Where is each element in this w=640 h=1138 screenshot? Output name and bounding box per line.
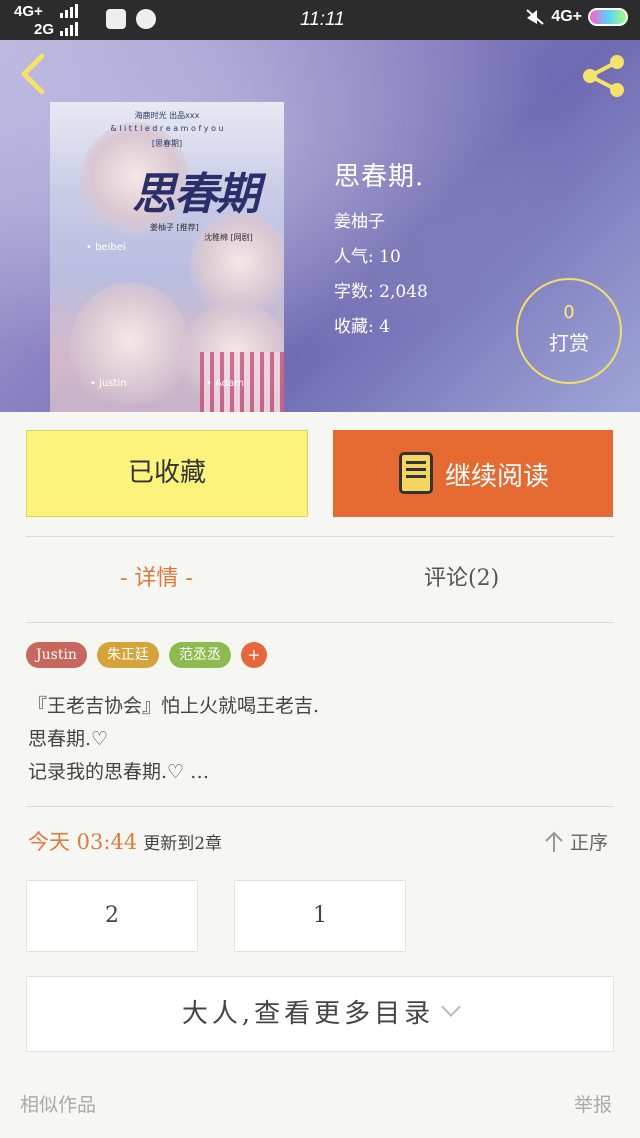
divider (26, 806, 614, 807)
tag[interactable]: Justin (26, 642, 87, 668)
cover-small-text: [思春期] (151, 139, 183, 148)
chapter-item[interactable]: 1 (234, 880, 406, 952)
book-icon (399, 452, 433, 494)
mute-icon (526, 9, 544, 25)
network-type-right: 4G+ (551, 8, 582, 25)
cover-label: • justin (90, 378, 127, 389)
report-button[interactable]: 举报 (574, 1090, 612, 1117)
notification-icon (106, 9, 126, 29)
book-word-count: 字数: 2,048 (334, 282, 428, 302)
cover-label: • Adam (206, 378, 244, 389)
update-time: 今天 03:44 (28, 830, 138, 854)
status-right: 4G+ (525, 8, 628, 26)
continue-reading-label: 继续阅读 (445, 462, 550, 492)
sort-label: 正序 (570, 832, 609, 854)
tag[interactable]: 范丞丞 (168, 642, 231, 668)
cover-subtext: 姜柚子 [推荐] (150, 223, 199, 232)
network-type-bottom: 2G (34, 21, 55, 38)
tip-button[interactable]: 0 打赏 (516, 278, 622, 384)
update-text: 更新到2章 (143, 834, 223, 854)
clock: 11:11 (300, 9, 345, 30)
divider (26, 536, 614, 537)
tag[interactable]: 朱正廷 (96, 642, 159, 668)
status-bar: 4G+ 2G 11:11 4G+ (0, 0, 640, 40)
arrow-up-icon (545, 831, 563, 852)
more-catalog-label: 大人,查看更多目录 (181, 999, 435, 1029)
update-info: 今天 03:44 更新到2章 (28, 826, 222, 856)
description-line: 『王老吉协会』怕上火就喝王老吉. (28, 695, 320, 717)
tab-detail[interactable]: - 详情 - (120, 560, 193, 592)
tip-count: 0 (563, 302, 575, 323)
cover-subtext: 沈稚棉 [网剧] (204, 233, 253, 242)
book-favorites: 收藏: 4 (334, 317, 390, 337)
description-line: 记录我的思春期.♡ … (28, 761, 210, 783)
sort-button[interactable]: 正序 (544, 828, 608, 855)
cover-label: • beibei (86, 242, 126, 253)
tip-label: 打赏 (549, 331, 589, 355)
browser-icon (136, 9, 156, 29)
book-author[interactable]: 姜柚子 (334, 207, 428, 242)
chevron-down-icon (441, 997, 462, 1017)
add-tag-button[interactable]: + (240, 642, 267, 668)
cover-small-text: & l i t t l e d r e a m o f y o u (110, 124, 224, 133)
continue-reading-button[interactable]: 继续阅读 (333, 430, 613, 517)
cover-small-text: 海鹿时光 出品xxx (134, 111, 200, 120)
book-description: 『王老吉协会』怕上火就喝王老吉. 思春期.♡ 记录我的思春期.♡ … (28, 690, 618, 789)
network-type-top: 4G+ (14, 3, 43, 20)
share-icon (583, 55, 624, 97)
battery-icon (588, 8, 628, 26)
tab-comments[interactable]: 评论(2) (424, 560, 499, 592)
similar-works-heading: 相似作品 (20, 1094, 97, 1116)
signal-icon (60, 4, 78, 18)
chevron-left-icon (21, 53, 45, 95)
more-catalog-button[interactable]: 大人,查看更多目录 (26, 976, 614, 1052)
cover-title: 思春期 (132, 169, 260, 220)
back-button[interactable] (16, 52, 52, 96)
share-button[interactable] (580, 52, 628, 100)
book-info: 思春期. 姜柚子 人气: 10 字数: 2,048 收藏: 4 (334, 156, 428, 347)
description-line: 思春期.♡ (28, 728, 109, 750)
divider (26, 622, 614, 623)
signal-icon (60, 22, 78, 36)
cover-portrait (70, 282, 190, 412)
book-cover[interactable]: 海鹿时光 出品xxx & l i t t l e d r e a m o f y… (50, 102, 284, 412)
tag-list: Justin 朱正廷 范丞丞 + (26, 642, 267, 668)
favorited-button[interactable]: 已收藏 (26, 430, 308, 517)
book-popularity: 人气: 10 (334, 247, 401, 267)
book-header: 海鹿时光 出品xxx & l i t t l e d r e a m o f y… (0, 40, 640, 412)
chapter-item[interactable]: 2 (26, 880, 198, 952)
book-title: 思春期. (334, 162, 425, 192)
